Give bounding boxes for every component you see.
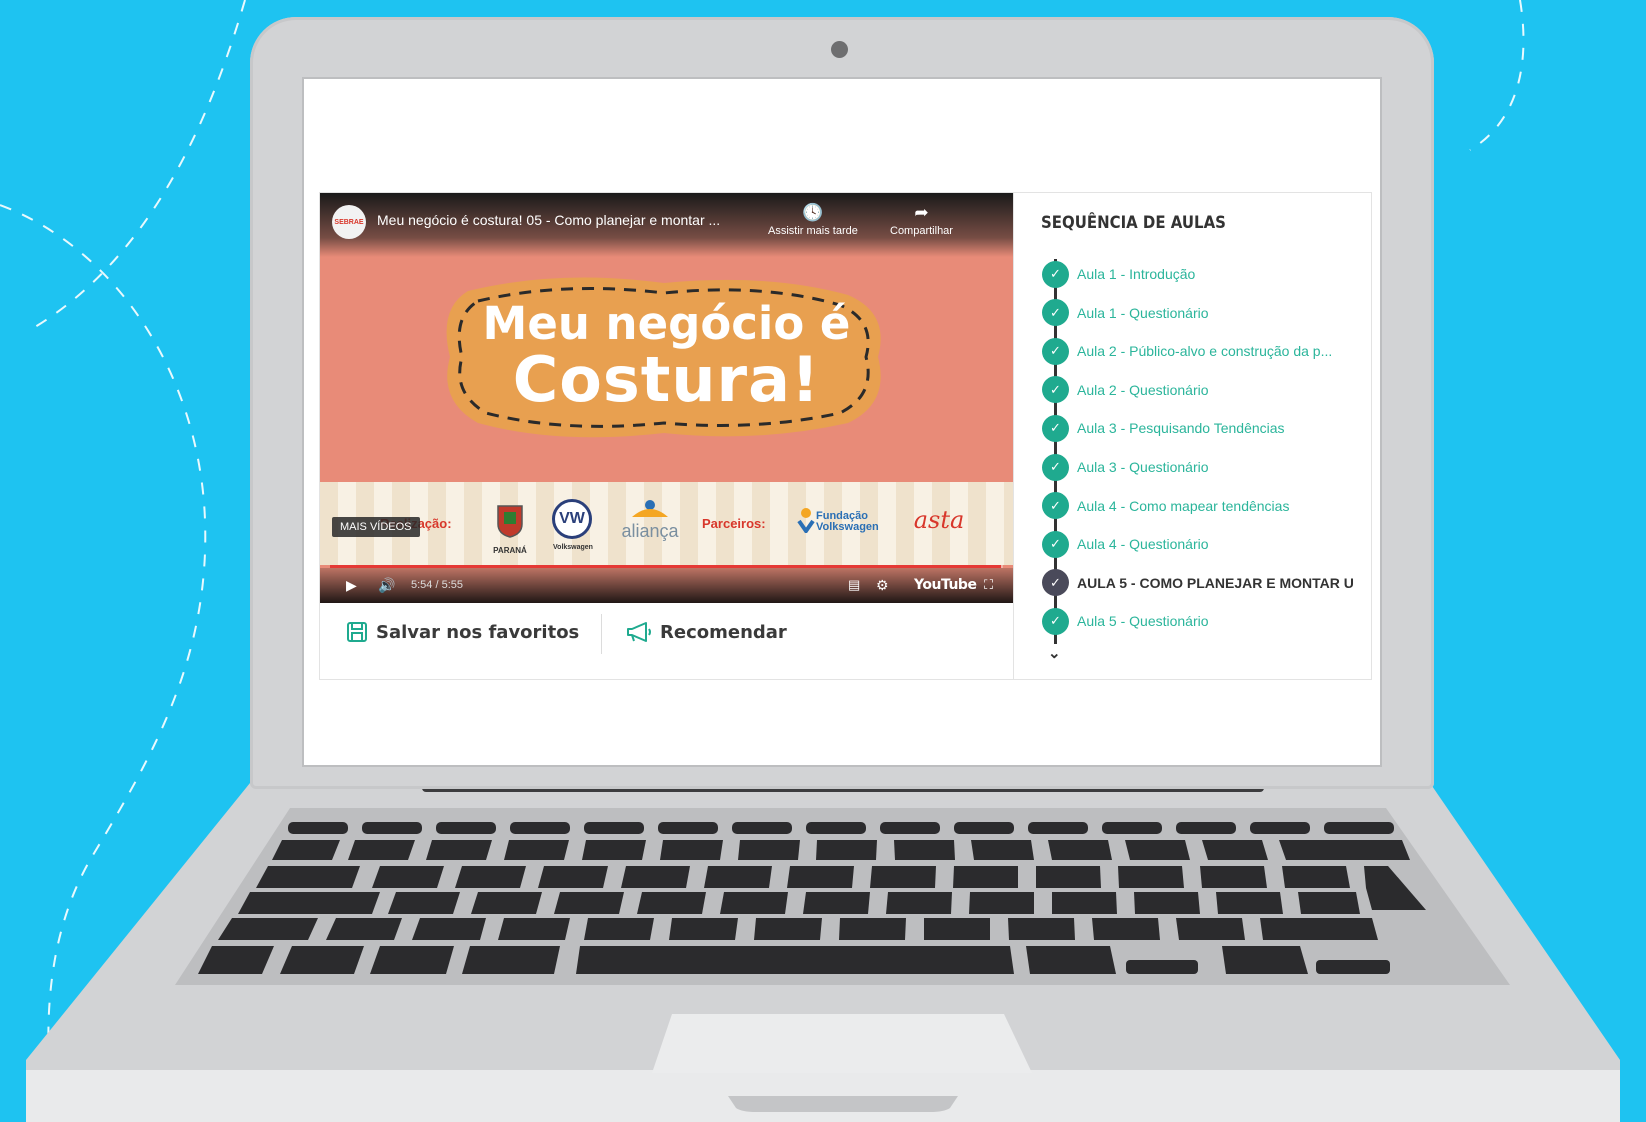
check-circle-icon: ✓ [1042,453,1069,481]
fullscreen-icon[interactable]: ⛶ [984,577,993,593]
banner-title-line2: Costura! [512,343,821,416]
recommend-label: Recomendar [660,621,787,643]
recommend-button[interactable]: Recomendar [626,621,787,643]
save-favorites-label: Salvar nos favoritos [376,621,580,643]
check-circle-icon: ✓ [1042,376,1069,404]
lesson-label: Aula 1 - Questionário [1077,304,1209,321]
lesson-item[interactable]: ✓ Aula 3 - Questionário [1042,452,1367,482]
play-icon[interactable]: ▶ [346,577,357,594]
parceiros-label: Parceiros: [702,516,766,531]
alianca-logo: aliança [621,520,679,541]
fundacao-vw-logo: Fundação Volkswagen [816,510,879,533]
parana-logo-text: PARANÁ [493,545,527,555]
share-button[interactable]: ➦ Compartilhar [890,203,953,237]
course-player-widget: SEBRAE Meu negócio é costura! 05 - Como … [319,192,1372,680]
watch-later-button[interactable]: 🕓 Assistir mais tarde [768,203,858,237]
video-time: 5:54 / 5:55 [411,579,463,591]
check-circle-icon: ✓ [1042,569,1069,597]
settings-gear-icon[interactable]: ⚙ [876,577,889,594]
floppy-disk-icon [347,622,367,642]
chevron-down-icon[interactable]: ⌄ [1048,644,1061,662]
check-circle-icon: ✓ [1042,414,1069,442]
video-actions: Salvar nos favoritos Recomendar [320,603,1013,679]
lesson-label: Aula 4 - Questionário [1077,536,1209,553]
more-videos-button[interactable]: MAIS VÍDEOS [332,517,420,537]
check-circle-icon: ✓ [1042,492,1069,520]
video-controls: ▶ 🔊 5:54 / 5:55 ▤ ⚙ YouTube ⛶ [320,568,1013,603]
share-icon: ➦ [914,203,929,222]
save-favorites-button[interactable]: Salvar nos favoritos [346,621,579,643]
lesson-label: AULA 5 - COMO PLANEJAR E MONTAR U [1077,574,1354,591]
lesson-label: Aula 3 - Questionário [1077,459,1209,475]
video-title[interactable]: Meu negócio é costura! 05 - Como planeja… [377,212,720,228]
channel-logo[interactable]: SEBRAE [332,205,366,239]
webcam-icon [831,41,848,58]
megaphone-icon [627,622,651,642]
volkswagen-logo: VW [552,499,592,539]
asta-logo: asta [913,506,965,534]
lesson-sequence-panel: SEQUÊNCIA DE AULAS ✓ Aula 1 - Introdução ✓… [1013,193,1372,679]
check-circle-icon: ✓ [1042,337,1069,365]
lesson-item[interactable]: ✓ Aula 2 - Público-alvo e construção da p… [1042,336,1367,366]
lesson-label: Aula 2 - Questionário [1077,381,1209,398]
lesson-item[interactable]: ✓ Aula 2 - Questionário [1042,375,1367,405]
check-circle-icon: ✓ [1042,260,1069,288]
youtube-logo[interactable]: YouTube [914,577,977,593]
share-label: Compartilhar [890,225,953,237]
lesson-label: Aula 2 - Público-alvo e construção da p.… [1077,343,1333,360]
video-player[interactable]: SEBRAE Meu negócio é costura! 05 - Como … [320,193,1013,603]
lesson-label: Aula 4 - Como mapear tendências [1077,497,1290,514]
lesson-item[interactable]: ✓ Aula 4 - Questionário [1042,529,1367,559]
alianca-logo-icon [620,499,680,519]
fundacao-vw-icon [796,505,816,535]
volkswagen-logo-text: Volkswagen [553,543,593,551]
check-circle-icon: ✓ [1042,299,1069,327]
subtitles-icon[interactable]: ▤ [848,577,860,593]
volume-icon[interactable]: 🔊 [378,577,395,594]
watch-later-label: Assistir mais tarde [768,225,858,237]
check-circle-icon: ✓ [1042,607,1069,635]
action-divider [601,614,602,654]
lesson-sequence-title: SEQUÊNCIA DE AULAS [1041,213,1226,233]
lesson-item[interactable]: ✓ Aula 1 - Introdução [1042,259,1367,289]
lesson-item[interactable]: ✓ Aula 5 - Questionário [1042,606,1367,636]
lesson-item[interactable]: ✓ Aula 1 - Questionário [1042,298,1367,328]
lesson-label: Aula 5 - Questionário [1077,613,1209,630]
lesson-item[interactable]: ✓ AULA 5 - COMO PLANEJAR E MONTAR U [1042,568,1367,598]
lesson-item[interactable]: ✓ Aula 3 - Pesquisando Tendências [1042,413,1367,443]
lesson-label: Aula 3 - Pesquisando Tendências [1077,420,1285,437]
clock-icon: 🕓 [802,203,824,222]
lesson-label: Aula 1 - Introdução [1077,266,1196,282]
laptop-screen: SEBRAE Meu negócio é costura! 05 - Como … [302,77,1382,767]
parana-logo [488,499,532,543]
lesson-item[interactable]: ✓ Aula 4 - Como mapear tendências [1042,491,1367,521]
check-circle-icon: ✓ [1042,530,1069,558]
